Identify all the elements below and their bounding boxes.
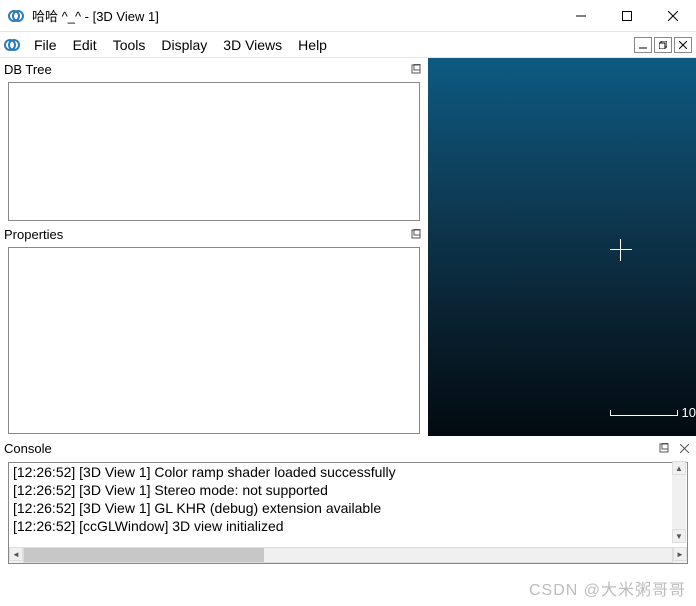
dbtree-panel[interactable] (8, 82, 420, 221)
scroll-thumb[interactable] (24, 548, 264, 562)
menu-bar: File Edit Tools Display 3D Views Help (0, 32, 696, 58)
mdi-restore-button[interactable] (654, 37, 672, 53)
3d-viewport[interactable]: 10 (428, 58, 696, 436)
minimize-button[interactable] (558, 0, 604, 32)
console-line: [12:26:52] [3D View 1] Color ramp shader… (9, 463, 687, 481)
mdi-close-button[interactable] (674, 37, 692, 53)
console-output[interactable]: [12:26:52] [3D View 1] Color ramp shader… (9, 463, 687, 547)
console-close-button[interactable] (676, 440, 692, 456)
menu-3dviews[interactable]: 3D Views (215, 35, 290, 55)
window-controls (558, 0, 696, 32)
menu-help[interactable]: Help (290, 35, 335, 55)
scroll-left-button[interactable]: ◄ (9, 547, 23, 561)
dbtree-float-button[interactable] (408, 61, 424, 77)
console-line: [12:26:52] [ccGLWindow] 3D view initiali… (9, 517, 687, 535)
console-header: Console (0, 436, 696, 460)
console-float-button[interactable] (656, 440, 672, 456)
console-h-scrollbar[interactable]: ◄ ► (9, 547, 687, 563)
menu-file[interactable]: File (26, 35, 65, 55)
scroll-track[interactable] (23, 547, 673, 563)
watermark: CSDN @大米粥哥哥 (529, 576, 686, 600)
scale-line-icon (610, 410, 678, 416)
scale-label: 10 (682, 405, 696, 420)
dbtree-header: DB Tree (0, 58, 428, 80)
close-button[interactable] (650, 0, 696, 32)
mdi-minimize-button[interactable] (634, 37, 652, 53)
scroll-down-button[interactable]: ▼ (672, 529, 686, 543)
app-icon (8, 8, 24, 24)
mdi-controls (634, 37, 696, 53)
window-title: 哈哈 ^_^ - [3D View 1] (32, 6, 558, 25)
console-title: Console (4, 441, 656, 456)
menu-edit[interactable]: Edit (65, 35, 105, 55)
scroll-up-button[interactable]: ▲ (672, 461, 686, 475)
scale-bar: 10 (610, 405, 696, 420)
console-v-scrollbar[interactable]: ▲ ▼ (672, 461, 686, 543)
menu-display[interactable]: Display (153, 35, 215, 55)
properties-panel[interactable] (8, 247, 420, 434)
scroll-right-button[interactable]: ► (673, 547, 687, 561)
app-menu-icon (4, 37, 20, 53)
crosshair-icon (610, 239, 632, 261)
properties-float-button[interactable] (408, 226, 424, 242)
maximize-button[interactable] (604, 0, 650, 32)
console-panel: [12:26:52] [3D View 1] Color ramp shader… (8, 462, 688, 564)
title-bar: 哈哈 ^_^ - [3D View 1] (0, 0, 696, 32)
menu-tools[interactable]: Tools (105, 35, 154, 55)
properties-title: Properties (4, 227, 408, 242)
properties-header: Properties (0, 223, 428, 245)
console-line: [12:26:52] [3D View 1] Stereo mode: not … (9, 481, 687, 499)
console-line: [12:26:52] [3D View 1] GL KHR (debug) ex… (9, 499, 687, 517)
dbtree-title: DB Tree (4, 62, 408, 77)
